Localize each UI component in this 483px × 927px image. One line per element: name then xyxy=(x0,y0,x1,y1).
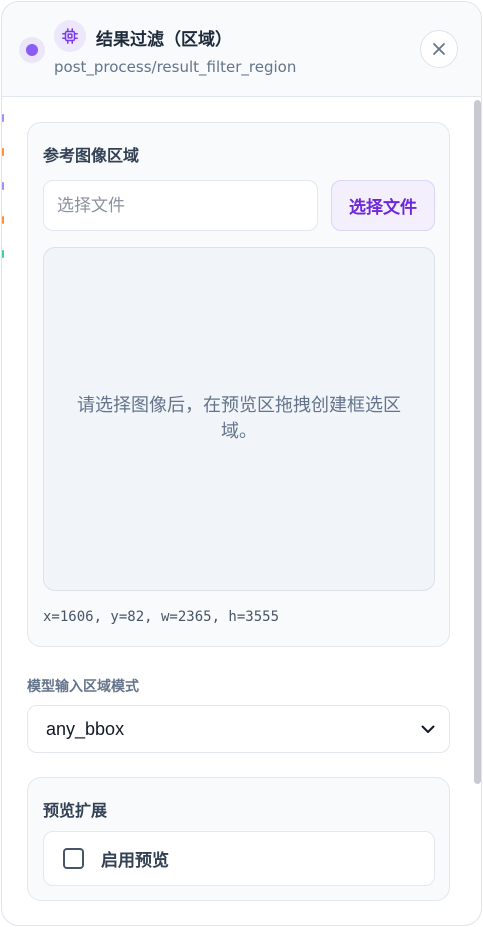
node-path: post_process/result_filter_region xyxy=(54,58,297,76)
node-config-panel: 结果过滤（区域） post_process/result_filter_regi… xyxy=(1,1,482,926)
enable-preview-checkbox[interactable] xyxy=(63,848,84,869)
enable-preview-toggle[interactable]: 启用预览 xyxy=(43,831,435,886)
model-input-mode-select[interactable]: any_bbox xyxy=(27,705,450,753)
region-preview-area[interactable]: 请选择图像后，在预览区拖拽创建框选区域。 xyxy=(43,247,435,591)
panel-title: 结果过滤（区域） xyxy=(96,30,232,50)
preview-expand-card: 预览扩展 启用预览 xyxy=(27,777,450,901)
choose-file-button[interactable]: 选择文件 xyxy=(331,180,435,231)
preview-hint: 请选择图像后，在预览区拖拽创建框选区域。 xyxy=(77,395,401,442)
region-coordinates: x=1606, y=82, w=2365, h=3555 xyxy=(43,609,280,625)
reference-region-title: 参考图像区域 xyxy=(43,146,140,165)
panel-header: 结果过滤（区域） post_process/result_filter_regi… xyxy=(2,2,481,97)
file-path-input[interactable] xyxy=(43,180,318,231)
close-button[interactable] xyxy=(420,30,458,68)
chevron-down-icon xyxy=(421,725,435,733)
model-input-mode-label: 模型输入区域模式 xyxy=(27,679,139,695)
model-input-mode-value: any_bbox xyxy=(46,718,125,739)
edge-port-markers xyxy=(2,102,4,422)
status-dot-icon xyxy=(19,37,45,63)
preview-expand-title: 预览扩展 xyxy=(43,801,108,820)
scrollbar-thumb[interactable] xyxy=(474,100,481,784)
close-icon xyxy=(433,43,445,55)
reference-region-card: 参考图像区域 选择文件 请选择图像后，在预览区拖拽创建框选区域。 x=1606,… xyxy=(27,122,450,647)
enable-preview-label: 启用预览 xyxy=(101,851,169,871)
chip-icon xyxy=(54,20,86,52)
